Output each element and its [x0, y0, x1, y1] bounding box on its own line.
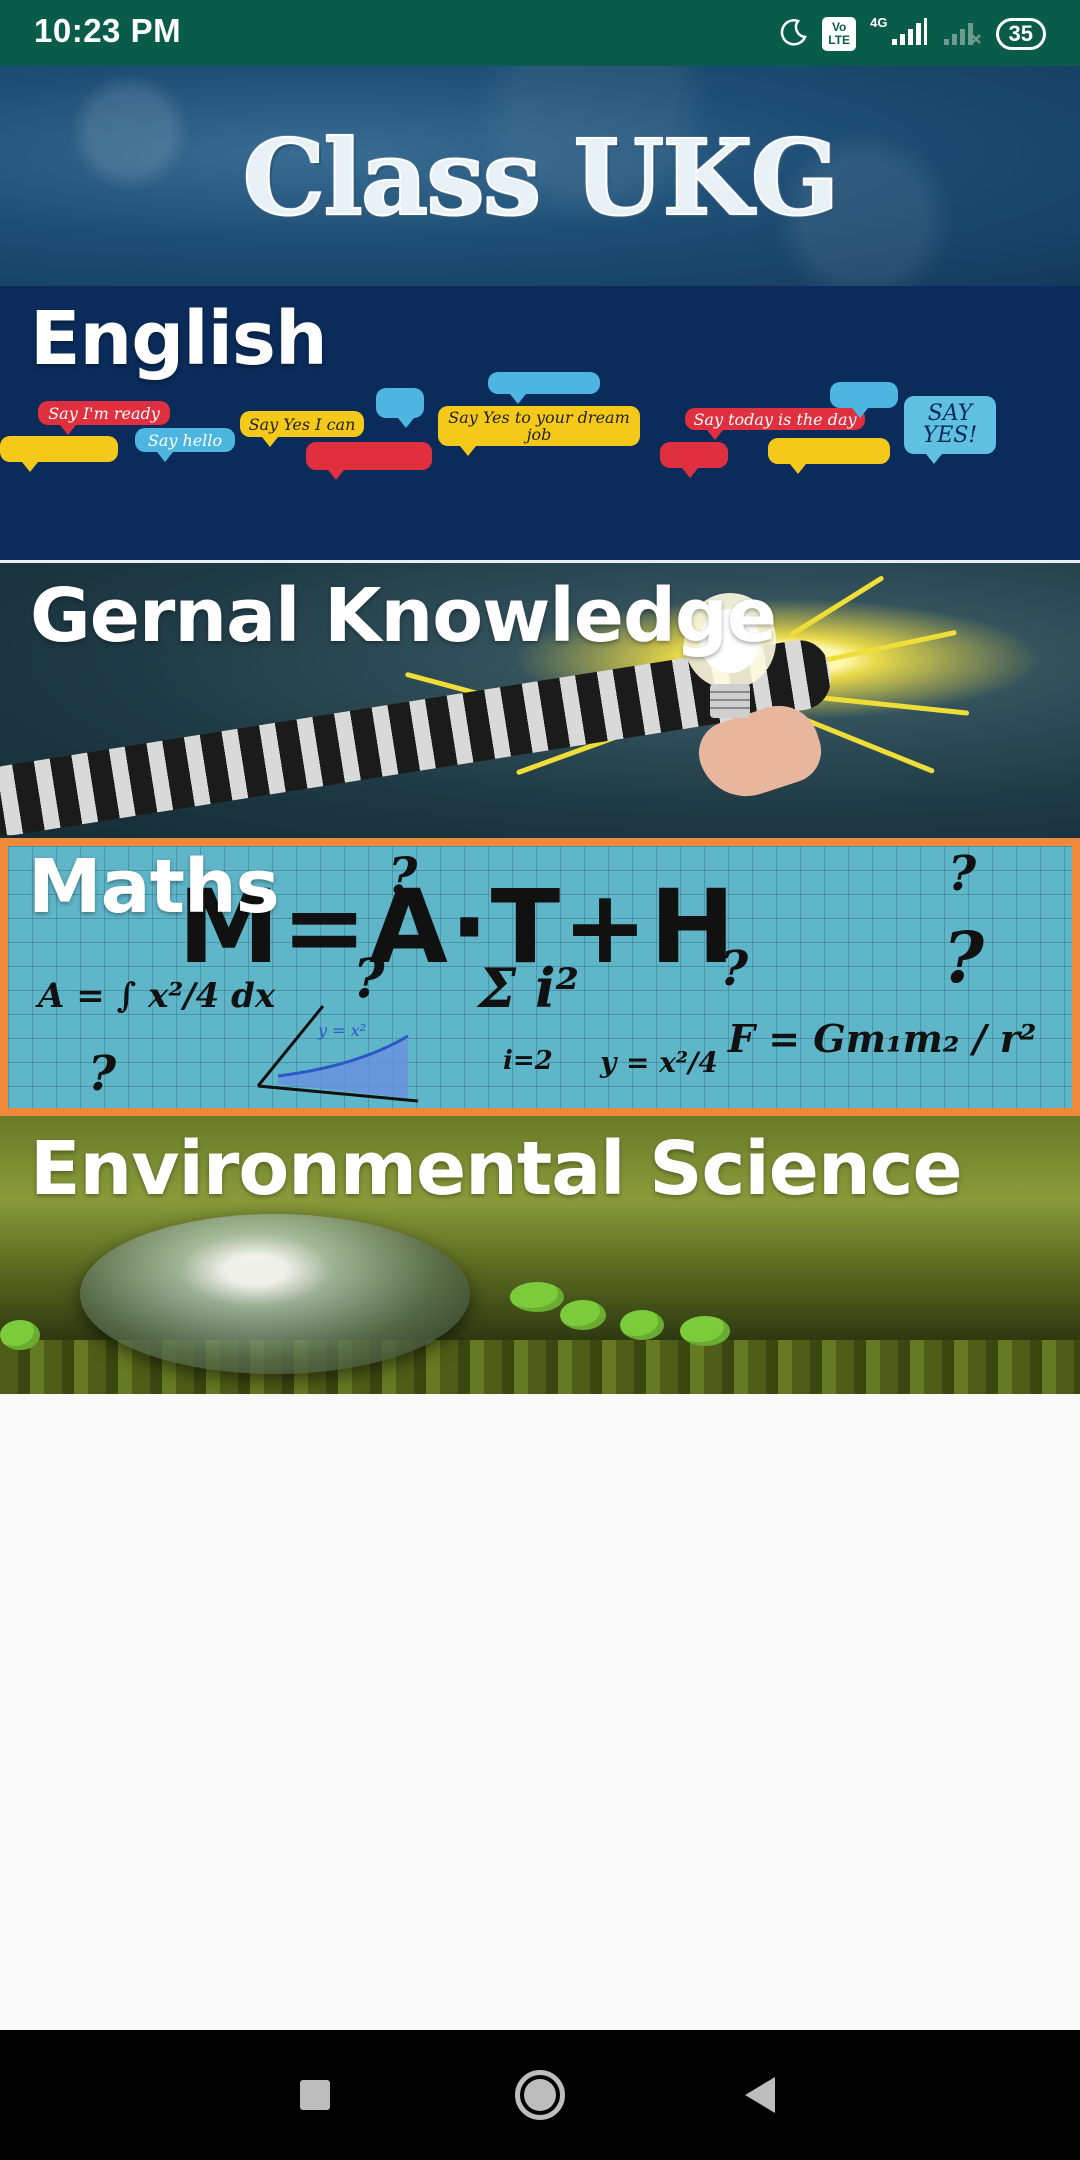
glass-globe-illustration — [80, 1214, 470, 1374]
subject-title: Environmental Science — [30, 1126, 963, 1212]
subject-card-english[interactable]: English Say I'm ready Say hello Say Yes … — [0, 286, 1080, 563]
question-mark: ? — [88, 1046, 117, 1102]
question-mark: ? — [353, 946, 385, 1010]
formula: y = x²/4 — [600, 1046, 718, 1079]
question-mark: ? — [943, 916, 985, 999]
recent-apps-icon — [300, 2080, 330, 2110]
speech-bubble — [660, 442, 728, 478]
graph-label: y = x² — [317, 1021, 366, 1040]
sprout-leaf — [620, 1310, 664, 1340]
speech-bubble — [0, 436, 118, 472]
moon-icon — [778, 17, 808, 51]
speech-bubble: Say Yes I can — [240, 411, 364, 447]
status-bar: 10:23 PM Vo LTE 4G 35 — [0, 0, 1080, 66]
subject-title: Maths — [28, 844, 280, 930]
home-icon — [515, 2070, 565, 2120]
page-title: Class UKG — [242, 115, 841, 240]
formula: i=2 — [503, 1046, 553, 1076]
recent-apps-button[interactable] — [270, 2030, 360, 2160]
formula: Σ i² — [478, 956, 580, 1020]
speech-bubble — [830, 382, 898, 418]
question-mark: ? — [388, 846, 418, 905]
speech-bubble — [306, 442, 432, 480]
speech-bubble: Say today is the day — [685, 408, 865, 440]
sprout-leaf — [0, 1320, 40, 1350]
header-banner: Class UKG — [0, 66, 1080, 286]
sprout-leaf — [510, 1282, 564, 1312]
formula: A = ∫ x²/4 dx — [38, 976, 276, 1016]
status-icons: Vo LTE 4G 35 — [778, 12, 1046, 56]
status-time: 10:23 PM — [34, 12, 182, 49]
sprout-leaf — [680, 1316, 730, 1346]
speech-bubble: Say I'm ready — [38, 401, 170, 435]
volte-bottom: LTE — [828, 33, 851, 47]
signal-no-sim-icon — [942, 17, 982, 51]
home-button[interactable] — [495, 2030, 585, 2160]
light-ray — [788, 575, 885, 638]
back-button[interactable] — [715, 2030, 805, 2160]
subject-card-maths[interactable]: M=A·T+H A = ∫ x²/4 dx Σ i² i=2 y = x²/4 … — [0, 838, 1080, 1116]
network-type: 4G — [870, 14, 888, 30]
formula: F = Gm₁m₂ / r² — [728, 1016, 1037, 1061]
speech-bubble — [376, 388, 424, 428]
graph-sketch: y = x² — [256, 1005, 419, 1103]
volte-icon: Vo LTE — [822, 17, 857, 51]
speech-bubble: Say hello — [135, 428, 235, 462]
sprout-leaf — [560, 1300, 606, 1330]
subject-title: Gernal Knowledge — [30, 573, 777, 659]
speech-bubble: SAY YES! — [904, 396, 996, 464]
back-icon — [745, 2077, 775, 2113]
speech-bubble — [768, 438, 890, 474]
battery-icon: 35 — [995, 18, 1046, 50]
speech-bubble — [488, 372, 600, 404]
signal-icon — [890, 17, 928, 51]
question-mark: ? — [720, 941, 749, 997]
subject-title: English — [30, 296, 328, 382]
battery-level: 35 — [1008, 21, 1033, 46]
question-mark: ? — [948, 846, 977, 902]
navigation-bar — [0, 2030, 1080, 2160]
speech-bubble: Say Yes to your dream job — [438, 406, 640, 456]
